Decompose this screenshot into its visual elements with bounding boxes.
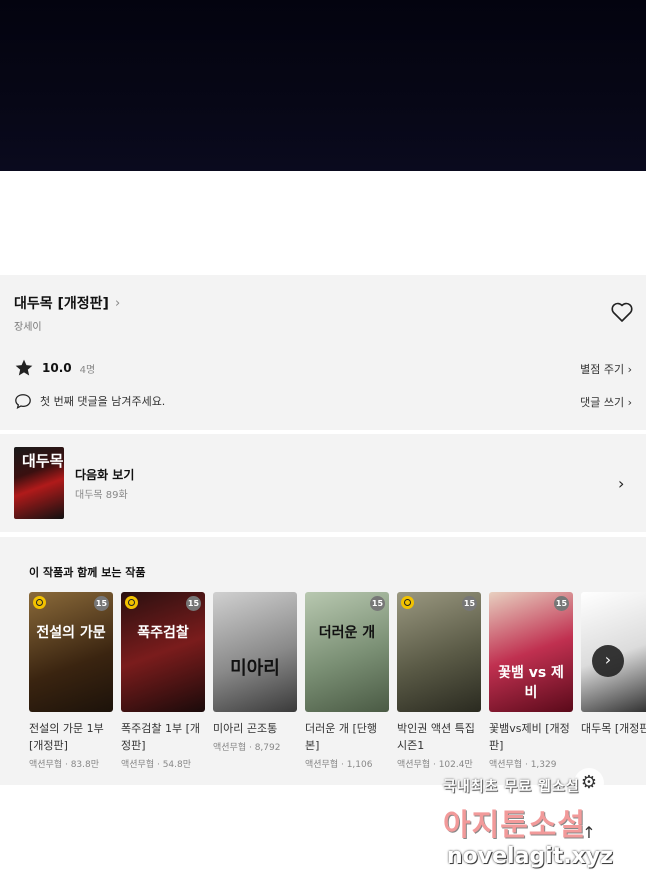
- age-rating-badge: 15: [554, 596, 569, 611]
- carousel-next-button[interactable]: ›: [592, 645, 624, 677]
- next-episode-subtitle: 대두목 89화: [75, 490, 128, 501]
- page-spacer: [0, 171, 646, 275]
- related-card[interactable]: 15 전설의 가문 전설의 가문 1부 [개정판] 액션무협 · 83.8만: [29, 592, 113, 770]
- gear-icon: ⚙: [580, 772, 598, 793]
- watermark: 국내최초 무료 웹소설 아지툰소설 novelagit.xyz: [443, 772, 643, 882]
- arrow-up-icon: ↑: [582, 823, 596, 842]
- watermark-line-2: 아지툰소설: [443, 808, 586, 843]
- chevron-right-icon: ›: [114, 295, 121, 311]
- card-title: 꽃뱀vs제비 [개정판]: [489, 722, 570, 752]
- rating-row: 10.0 4명: [14, 358, 95, 378]
- card-meta: 액션무협 · 1,329: [489, 760, 557, 770]
- episode-image: [0, 0, 646, 171]
- card-title: 박인권 액션 특집 시즌1: [397, 722, 475, 752]
- cover-text: 더러운 개: [318, 625, 376, 641]
- work-title-link[interactable]: 대두목 [개정판] ›: [14, 293, 120, 313]
- scroll-top-button[interactable]: ↑: [576, 820, 602, 846]
- age-rating-badge: 15: [370, 596, 385, 611]
- related-works-panel: 이 작품과 함께 보는 작품 15 전설의 가문 전설의 가문 1부 [개정판]…: [0, 537, 646, 785]
- related-card[interactable]: 15 박인권 액션 특집 시즌1 액션무협 · 102.4만: [397, 592, 481, 770]
- clock-icon: [125, 596, 138, 609]
- write-comment-button[interactable]: 댓글 쓰기 ›: [580, 394, 632, 410]
- card-meta: 액션무협 · 1,106: [305, 760, 373, 770]
- related-card[interactable]: 15 더러운 개 더러운 개 [단행본] 액션무협 · 1,106: [305, 592, 389, 770]
- work-title: 대두목 [개정판]: [14, 296, 109, 312]
- comment-row[interactable]: 첫 번째 댓글을 남겨주세요.: [14, 392, 165, 410]
- chevron-right-icon: ›: [618, 474, 625, 493]
- heart-icon[interactable]: [610, 301, 634, 323]
- cover-text: 미아리: [230, 658, 280, 679]
- card-meta: 액션무협 · 8,792: [213, 743, 281, 753]
- card-title: 대두목 [개정판]: [581, 722, 646, 735]
- rate-button[interactable]: 별점 주기 ›: [580, 361, 632, 377]
- rating-count: 4명: [79, 364, 96, 376]
- age-rating-badge: 15: [186, 596, 201, 611]
- chevron-right-icon: ›: [604, 650, 612, 669]
- age-rating-badge: 15: [462, 596, 477, 611]
- comment-prompt: 첫 번째 댓글을 남겨주세요.: [40, 395, 166, 408]
- cover-image: 미아리: [213, 592, 297, 712]
- section-title: 이 작품과 함께 보는 작품: [29, 566, 146, 579]
- rating-score: 10.0: [42, 361, 72, 375]
- related-card[interactable]: 15 폭주검찰 폭주검찰 1부 [개정판] 액션무협 · 54.8만: [121, 592, 205, 770]
- next-episode-title: 다음화 보기: [75, 468, 135, 482]
- cover-text: 꽃뱀 vs 제비: [498, 665, 564, 701]
- card-title: 미아리 곤조통: [213, 722, 278, 735]
- card-title: 전설의 가문 1부 [개정판]: [29, 722, 104, 752]
- age-rating-badge: 15: [94, 596, 109, 611]
- related-carousel: 15 전설의 가문 전설의 가문 1부 [개정판] 액션무협 · 83.8만 1…: [29, 592, 646, 777]
- related-card[interactable]: 15 꽃뱀 vs 제비 꽃뱀vs제비 [개정판] 액션무협 · 1,329: [489, 592, 573, 770]
- card-title: 폭주검찰 1부 [개정판]: [121, 722, 201, 752]
- comment-bubble-icon: [15, 394, 31, 409]
- related-card[interactable]: 미아리 미아리 곤조통 액션무협 · 8,792: [213, 592, 297, 753]
- card-meta: 액션무협 · 83.8만: [29, 760, 100, 770]
- settings-button[interactable]: ⚙: [574, 768, 604, 798]
- clock-icon: [401, 596, 414, 609]
- card-title: 더러운 개 [단행본]: [305, 722, 378, 752]
- watermark-line-3: novelagit.xyz: [447, 844, 613, 869]
- cover-image: 15 폭주검찰: [121, 592, 205, 712]
- work-info-panel: 대두목 [개정판] › 장세이 10.0 4명 별점 주기 › 첫 번째 댓글을…: [0, 275, 646, 430]
- cover-text: 폭주검찰: [137, 625, 189, 641]
- next-episode-panel[interactable]: 대두목 다음화 보기 대두목 89화 ›: [0, 434, 646, 532]
- card-meta: 액션무협 · 102.4만: [397, 760, 473, 770]
- cover-image: 15: [397, 592, 481, 712]
- cover-image: 15 꽃뱀 vs 제비: [489, 592, 573, 712]
- cover-image: 15 더러운 개: [305, 592, 389, 712]
- cover-text: 전설의 가문: [36, 625, 106, 641]
- next-episode-thumbnail: 대두목: [14, 447, 64, 519]
- work-author: 장세이: [14, 322, 42, 333]
- cover-image: 15 전설의 가문: [29, 592, 113, 712]
- card-meta: 액션무협 · 54.8만: [121, 760, 192, 770]
- clock-icon: [33, 596, 46, 609]
- thumbnail-text: 대두목: [22, 452, 64, 470]
- star-icon: [15, 359, 33, 376]
